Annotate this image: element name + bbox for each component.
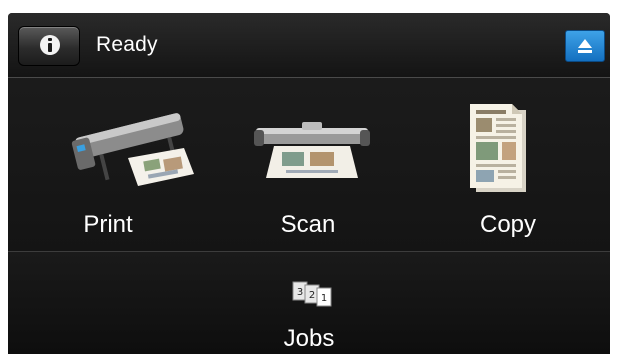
jobs-label: Jobs bbox=[283, 325, 335, 352]
printer-icon bbox=[71, 113, 194, 186]
control-panel-screen: Ready Print Scan Copy 3 2 1 Jobs bbox=[8, 13, 610, 354]
info-icon bbox=[40, 35, 60, 55]
scan-label: Scan bbox=[280, 211, 336, 238]
copy-document-icon bbox=[470, 104, 526, 192]
main-tiles: Print Scan Copy bbox=[8, 78, 610, 251]
status-text: Ready bbox=[96, 33, 158, 56]
scan-tile[interactable]: Scan bbox=[208, 78, 408, 251]
jobs-queue-icon: 3 2 1 bbox=[292, 281, 332, 307]
svg-text:2: 2 bbox=[309, 290, 315, 301]
jobs-button[interactable]: 3 2 1 Jobs bbox=[8, 252, 610, 354]
status-bar: Ready bbox=[8, 13, 610, 78]
eject-icon bbox=[578, 39, 592, 53]
copy-tile[interactable]: Copy bbox=[408, 78, 608, 251]
svg-text:1: 1 bbox=[321, 293, 327, 304]
copy-label: Copy bbox=[479, 211, 537, 238]
print-label: Print bbox=[83, 211, 133, 238]
eject-button[interactable] bbox=[565, 30, 605, 62]
print-tile[interactable]: Print bbox=[8, 78, 208, 251]
scanner-icon bbox=[254, 122, 370, 178]
info-button[interactable] bbox=[18, 26, 80, 66]
svg-text:3: 3 bbox=[297, 287, 303, 298]
